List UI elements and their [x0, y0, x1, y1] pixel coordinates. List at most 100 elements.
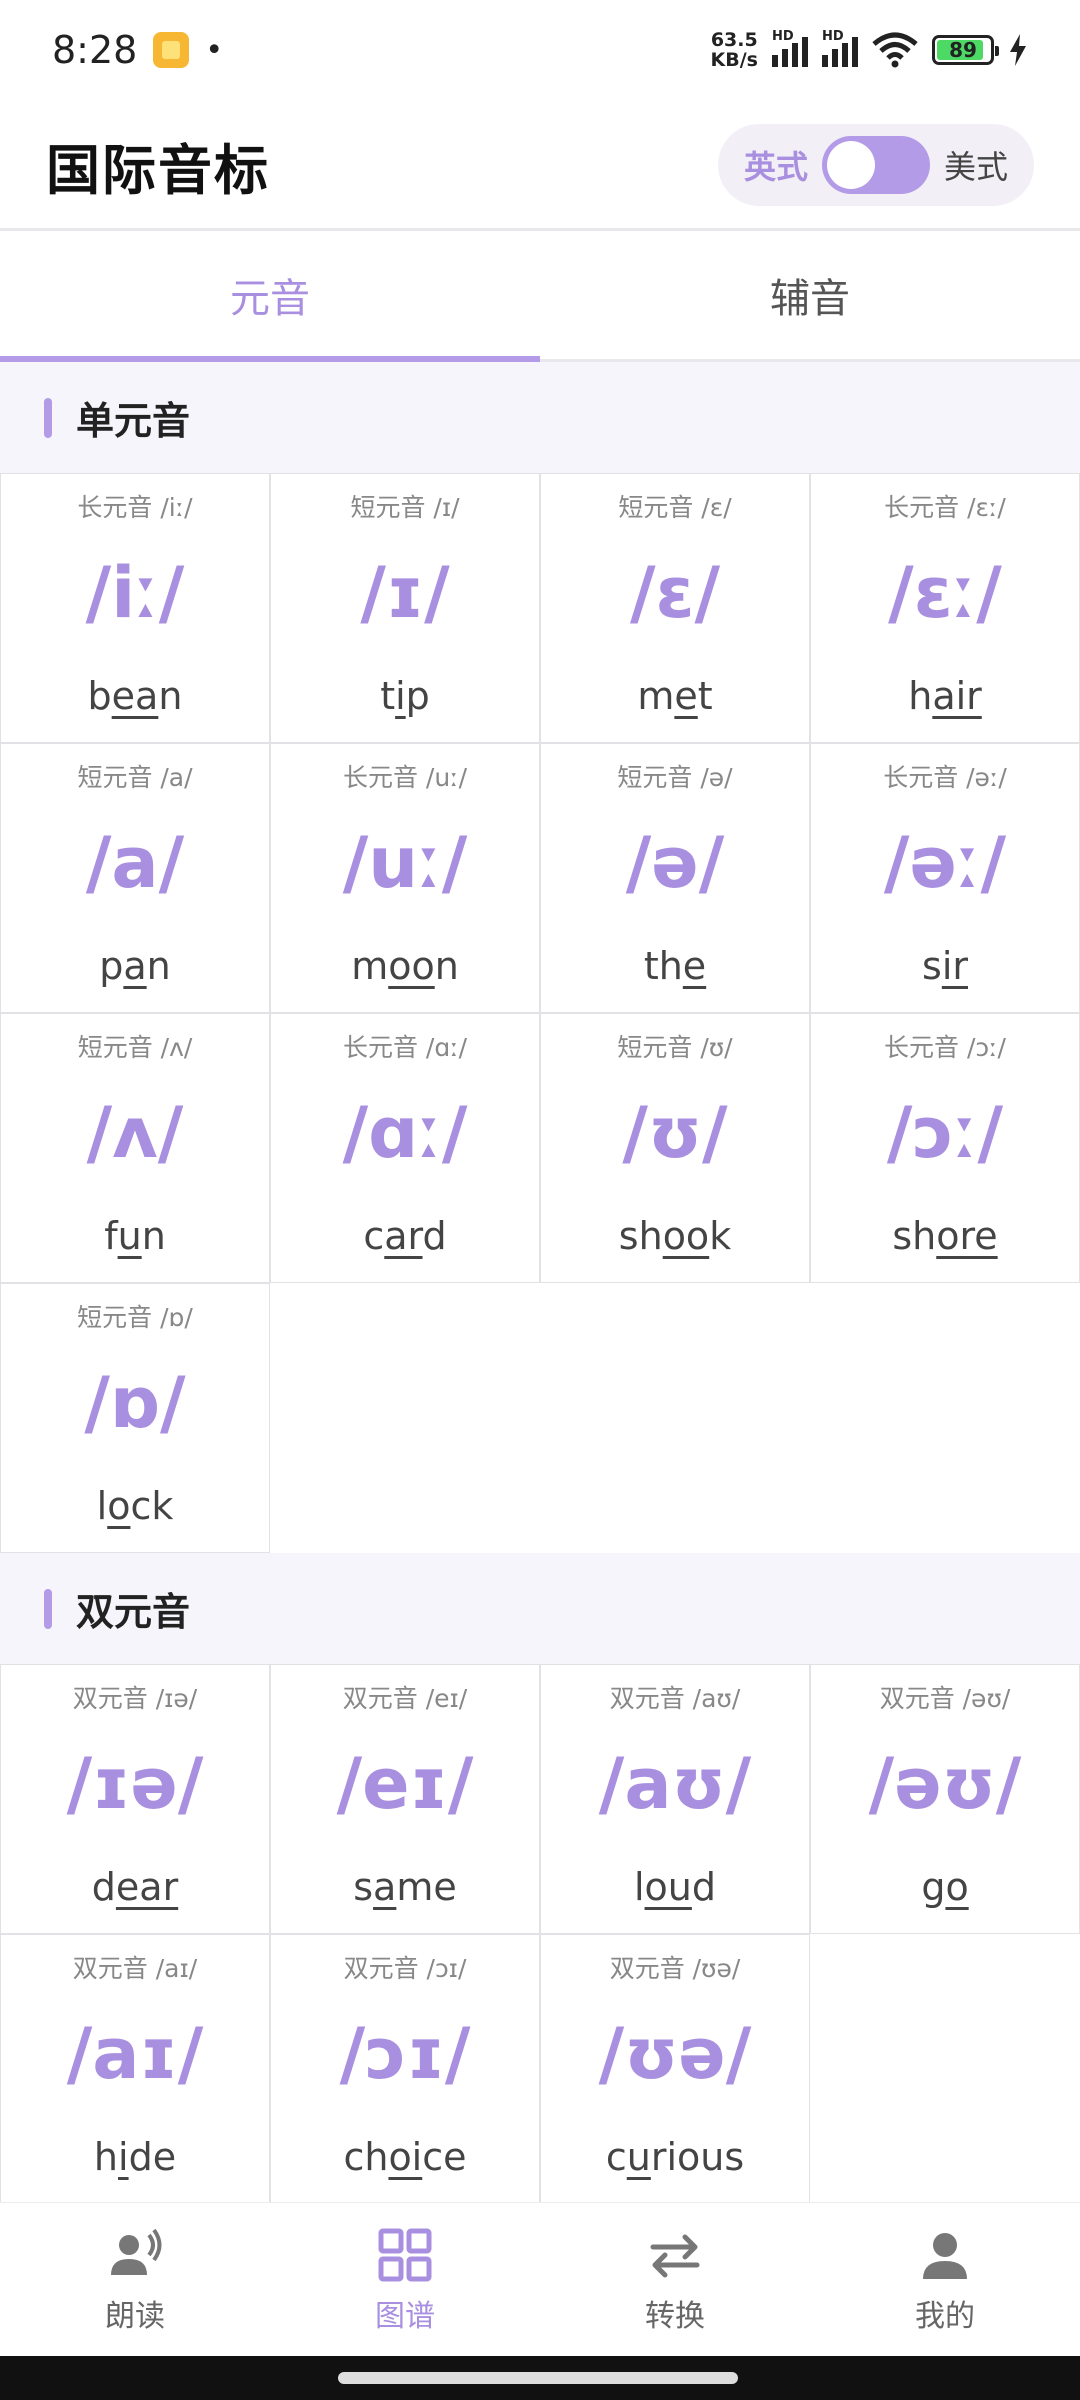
- phoneme-type-label: 双元音 /ɔɪ/: [343, 1954, 467, 1983]
- example-word-highlight: i: [395, 674, 406, 718]
- phoneme-card[interactable]: 双元音 /əʊ/ /əʊ/go: [810, 1664, 1080, 1934]
- phoneme-card[interactable]: 长元音 /iː/ /iː/bean: [0, 473, 270, 743]
- example-word-prefix: c: [605, 2135, 627, 2179]
- phoneme-type-label: 短元音 /ʊ/: [617, 1033, 733, 1062]
- tab-consonants[interactable]: 辅音: [540, 231, 1080, 359]
- example-word-suffix: de: [128, 2135, 177, 2179]
- wifi-icon: [872, 32, 918, 68]
- battery-percent: 89: [949, 38, 977, 62]
- phoneme-card[interactable]: 长元音 /ɔː/ /ɔː/shore: [810, 1013, 1080, 1283]
- example-word-suffix: ce: [422, 2135, 467, 2179]
- phoneme-card[interactable]: 双元音 /aʊ/ /aʊ/loud: [540, 1664, 810, 1934]
- example-word-suffix: d: [422, 1214, 447, 1258]
- example-word-highlight: u: [626, 2135, 651, 2179]
- example-word-highlight: ore: [936, 1214, 998, 1258]
- phoneme-card[interactable]: 双元音 /ɪə/ /ɪə/dear: [0, 1664, 270, 1934]
- phoneme-type-label: 双元音 /aɪ/: [72, 1954, 198, 1983]
- example-word-prefix: d: [91, 1865, 116, 1909]
- hd-label-2: HD: [822, 29, 844, 44]
- example-word-suffix: t: [697, 674, 713, 718]
- example-word-prefix: sh: [618, 1214, 663, 1258]
- example-word-highlight: ir: [941, 944, 968, 988]
- section-monophthongs: 单元音 长元音 /iː//iː/bean 短元音 /ɪ//ɪ/tip 短元音 /ɛ/…: [0, 362, 1080, 1553]
- section-diphthongs: 双元音 双元音 /ɪə//ɪə/dear 双元音 /eɪ//eɪ/same 双元音 …: [0, 1553, 1080, 2202]
- phoneme-card[interactable]: 长元音 /ɑː/ /ɑː/card: [270, 1013, 540, 1283]
- grid-icon: [378, 2228, 432, 2281]
- example-word-highlight: ar: [384, 1214, 423, 1258]
- example-word: hide: [1, 2135, 269, 2179]
- phoneme-symbol: /ɔː/: [886, 1092, 1004, 1174]
- example-word: card: [271, 1214, 539, 1258]
- tab-vowels[interactable]: 元音: [0, 231, 540, 362]
- example-word: moon: [271, 944, 539, 988]
- hd-label: HD: [772, 29, 794, 44]
- example-word-prefix: l: [633, 1865, 645, 1909]
- battery-icon: 89: [932, 35, 999, 65]
- example-word-prefix: m: [637, 674, 675, 718]
- example-word-suffix: rious: [650, 2135, 745, 2179]
- example-word-prefix: h: [93, 2135, 119, 2179]
- example-word: fun: [1, 1214, 269, 1258]
- phoneme-card[interactable]: 双元音 /ʊə/ /ʊə/curious: [540, 1934, 810, 2202]
- nav-mine[interactable]: 我的: [810, 2203, 1080, 2356]
- accent-toggle[interactable]: 英式 美式: [717, 124, 1034, 206]
- phoneme-type-label: 长元音 /ɑː/: [342, 1033, 468, 1062]
- cell-signal-icon: HD: [772, 29, 808, 67]
- phoneme-card[interactable]: 短元音 /a/ /a/pan: [0, 743, 270, 1013]
- phoneme-card[interactable]: 短元音 /ɛ/ /ɛ/met: [540, 473, 810, 743]
- example-word-highlight: e: [674, 674, 698, 718]
- phoneme-card[interactable]: 长元音 /uː/ /uː/moon: [270, 743, 540, 1013]
- charging-bolt-icon: [1010, 34, 1026, 66]
- phoneme-symbol: /ɑː/: [342, 1092, 468, 1174]
- example-word-highlight: ea: [111, 674, 159, 718]
- british-accent-label[interactable]: 英式: [744, 142, 808, 188]
- phoneme-card[interactable]: 双元音 /eɪ/ /eɪ/same: [270, 1664, 540, 1934]
- phoneme-symbol: /ɪə/: [66, 1743, 204, 1825]
- phoneme-symbol: /iː/: [85, 552, 185, 634]
- phoneme-grid: 双元音 /ɪə//ɪə/dear 双元音 /eɪ//eɪ/same 双元音 /aʊ/…: [0, 1664, 1080, 2202]
- example-word-highlight: a: [123, 944, 147, 988]
- phoneme-card[interactable]: 短元音 /ə/ /ə/the: [540, 743, 810, 1013]
- example-word-highlight: o: [945, 1865, 969, 1909]
- page-title: 国际音标: [46, 138, 270, 202]
- phoneme-card[interactable]: 双元音 /ɔɪ/ /ɔɪ/choice: [270, 1934, 540, 2202]
- example-word-prefix: b: [87, 674, 112, 718]
- phoneme-type-label: 短元音 /ɛ/: [618, 493, 732, 522]
- phoneme-symbol: /ə/: [625, 822, 725, 904]
- american-accent-label[interactable]: 美式: [944, 142, 1008, 188]
- nav-read-aloud[interactable]: 朗读: [0, 2203, 270, 2356]
- phoneme-card[interactable]: 短元音 /ʌ/ /ʌ/fun: [0, 1013, 270, 1283]
- example-word-prefix: th: [643, 944, 683, 988]
- phoneme-symbol: /aʊ/: [598, 1743, 752, 1825]
- phoneme-symbol: /ʊə/: [598, 2013, 752, 2095]
- example-word-highlight: ou: [644, 1865, 692, 1909]
- phoneme-card[interactable]: 短元音 /ɒ/ /ɒ/lock: [0, 1283, 270, 1553]
- example-word-suffix: n: [158, 674, 183, 718]
- nav-convert[interactable]: 转换: [540, 2203, 810, 2356]
- example-word: loud: [541, 1865, 809, 1909]
- phoneme-card[interactable]: 短元音 /ʊ/ /ʊ/shook: [540, 1013, 810, 1283]
- accent-switch[interactable]: [821, 136, 930, 194]
- phoneme-card[interactable]: 长元音 /əː/ /əː/sir: [810, 743, 1080, 1013]
- phoneme-card[interactable]: 长元音 /ɛː/ /ɛː/hair: [810, 473, 1080, 743]
- speaking-person-icon: [111, 2228, 162, 2275]
- section-header: 单元音: [0, 362, 1080, 473]
- phoneme-type-label: 短元音 /a/: [77, 763, 193, 792]
- phoneme-card[interactable]: 短元音 /ɪ/ /ɪ/tip: [270, 473, 540, 743]
- home-indicator[interactable]: [338, 2372, 738, 2384]
- nav-chart[interactable]: 图谱: [270, 2203, 540, 2356]
- section-title: 双元音: [76, 1590, 191, 1634]
- phoneme-card[interactable]: 双元音 /aɪ/ /aɪ/hide: [0, 1934, 270, 2202]
- phoneme-symbol: /uː/: [342, 822, 468, 904]
- bottom-navigation: 朗读 图谱 转换 我的: [0, 2202, 1080, 2356]
- swap-arrows-icon: [650, 2234, 700, 2277]
- phonetic-chart-content[interactable]: 单元音 长元音 /iː//iː/bean 短元音 /ɪ//ɪ/tip 短元音 /ɛ/…: [0, 362, 1080, 2202]
- example-word-highlight: oo: [388, 944, 435, 988]
- example-word-highlight: u: [117, 1214, 142, 1258]
- section-accent-bar: [44, 397, 52, 438]
- network-speed: 63.5 KB/s: [711, 30, 758, 70]
- example-word: dear: [1, 1865, 269, 1909]
- example-word-suffix: d: [691, 1865, 717, 1909]
- phoneme-type-label: 双元音 /aʊ/: [609, 1684, 741, 1713]
- phoneme-type-label: 长元音 /ɔː/: [884, 1033, 1006, 1062]
